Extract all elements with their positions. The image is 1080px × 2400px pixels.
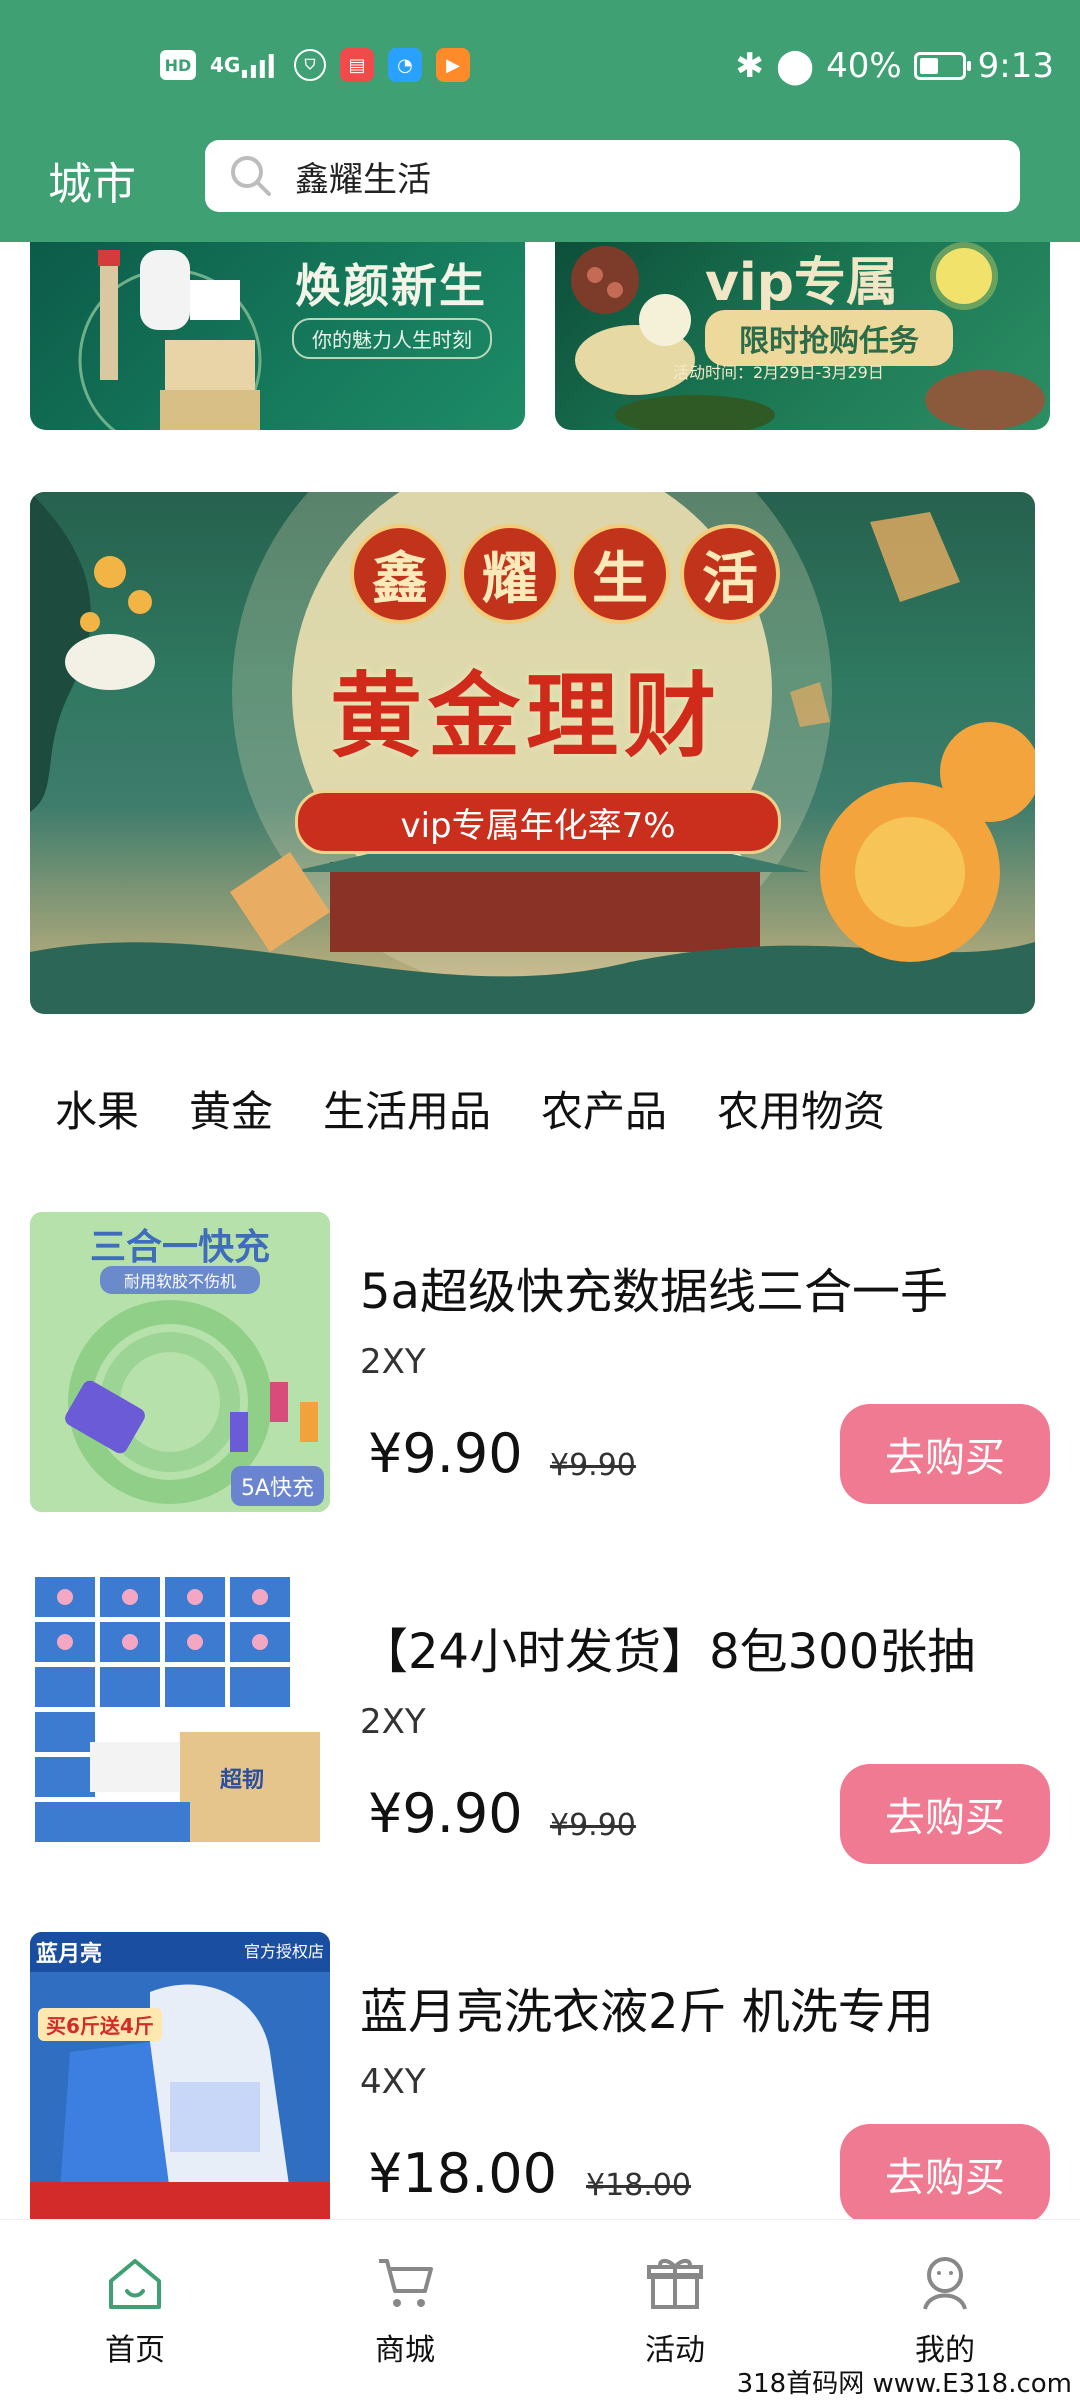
search-input[interactable]: 鑫耀生活 <box>295 152 431 201</box>
battery-icon <box>913 52 971 80</box>
signal-icon: 4G <box>210 48 280 82</box>
category-fruit[interactable]: 水果 <box>55 1078 139 1139</box>
city-selector[interactable]: 城市 <box>48 148 136 212</box>
search-bar[interactable]: 鑫耀生活 <box>205 140 1020 212</box>
battery-percent: 40% <box>826 46 902 86</box>
product-image: 蓝月亮 官方授权店 买6斤送4斤 <box>30 1932 330 2232</box>
chat-app-icon: ◔ <box>388 48 422 82</box>
image-label: 三合一快充 <box>89 1227 270 1268</box>
promo-vip-date: 活动时间：2月29日-3月29日 <box>673 363 884 382</box>
product-original-price: ¥18.00 <box>586 2168 691 2203</box>
bluetooth-icon: ✱ <box>735 46 765 86</box>
product-card[interactable]: 超韧 【24小时发货】8包300张抽 2XY ¥9.90 ¥9.90 去购买 <box>30 1572 1050 1872</box>
status-bar: HD 4G ⛉ ▤ ◔ ▶ ✱ ⬤ 40% 9:13 <box>0 40 1080 100</box>
video-app-icon: ▶ <box>436 48 470 82</box>
hero-char: 活 <box>680 524 780 624</box>
tab-home[interactable]: 首页 <box>35 2251 235 2369</box>
category-farm-products[interactable]: 农产品 <box>541 1078 667 1139</box>
category-tabs: 水果 黄金 生活用品 农产品 农用物资 <box>55 1078 885 1139</box>
clock: 9:13 <box>977 46 1054 86</box>
image-badge: 官方授权店 <box>243 1942 324 1961</box>
status-right: ✱ ⬤ 40% 9:13 <box>736 46 1055 86</box>
hd-icon: HD <box>160 50 196 80</box>
tab-profile[interactable]: 我的 <box>845 2251 1045 2369</box>
product-card[interactable]: 三合一快充 耐用软胶不伤机 5A快充 5a超级快充数据线三合一手 2XY ¥9.… <box>30 1212 1050 1512</box>
home-icon <box>109 2259 161 2309</box>
tab-mall[interactable]: 商城 <box>305 2251 505 2369</box>
tab-label: 商城 <box>375 2333 435 2368</box>
buy-button[interactable]: 去购买 <box>840 1404 1050 1504</box>
product-store: 4XY <box>360 2062 426 2102</box>
hero-banner[interactable]: 鑫 耀 生 活 黄金理财 vip专属年化率7% <box>30 492 1035 1014</box>
profile-app-icon: ⛉ <box>294 49 326 81</box>
product-store: 2XY <box>360 1342 426 1382</box>
hero-char: 鑫 <box>350 524 450 624</box>
cart-icon <box>379 2259 433 2307</box>
image-label: 超韧 <box>220 1768 265 1793</box>
promo-title: 焕颜新生 <box>295 259 487 313</box>
promo-banner-vip[interactable]: vip专属 限时抢购任务 活动时间：2月29日-3月29日 <box>555 240 1050 430</box>
category-farm-supplies[interactable]: 农用物资 <box>717 1078 885 1139</box>
buy-button[interactable]: 去购买 <box>840 1764 1050 1864</box>
image-label: 蓝月亮 <box>36 1942 103 1967</box>
status-left-icons: HD 4G ⛉ ▤ ◔ ▶ <box>160 48 470 82</box>
image-promo: 买6斤送4斤 <box>38 2008 162 2041</box>
hero-headline: 黄金理财 <box>330 663 723 770</box>
cosmetics-image <box>78 250 262 430</box>
network-label: 4G <box>210 53 241 77</box>
header: HD 4G ⛉ ▤ ◔ ▶ ✱ ⬤ 40% 9:13 城市 鑫耀生活 <box>0 0 1080 242</box>
promo-vip-title: vip专属 <box>705 253 898 313</box>
product-name: 5a超级快充数据线三合一手 <box>360 1264 948 1320</box>
product-name: 蓝月亮洗衣液2斤 机洗专用 <box>360 1984 934 2040</box>
smiley-icon <box>936 248 992 304</box>
book-app-icon: ▤ <box>340 48 374 82</box>
tab-label: 首页 <box>105 2333 165 2368</box>
bottom-nav: 首页 商城 活动 我的 318首码网 www.E318.com <box>0 2219 1080 2400</box>
product-original-price: ¥9.90 <box>550 1808 636 1843</box>
category-daily-goods[interactable]: 生活用品 <box>323 1078 491 1139</box>
hero-char: 耀 <box>460 524 560 624</box>
gift-icon <box>647 2259 703 2309</box>
product-price: ¥18.00 <box>368 2142 557 2205</box>
product-name: 【24小时发货】8包300张抽 <box>360 1624 976 1680</box>
hero-brand-chars: 鑫 耀 生 活 <box>350 524 780 624</box>
product-price: ¥9.90 <box>368 1422 523 1485</box>
image-badge: 5A快充 <box>230 1466 324 1506</box>
product-store: 2XY <box>360 1702 426 1742</box>
product-original-price: ¥9.90 <box>550 1448 636 1483</box>
location-icon: ⬤ <box>776 46 815 86</box>
buy-button[interactable]: 去购买 <box>840 2124 1050 2224</box>
hero-char: 生 <box>570 524 670 624</box>
product-card[interactable]: 蓝月亮 官方授权店 买6斤送4斤 蓝月亮洗衣液2斤 机洗专用 4XY ¥18.0… <box>30 1932 1050 2232</box>
search-icon <box>231 156 271 196</box>
promo-banner-beauty[interactable]: 焕颜新生 你的魅力人生时刻 <box>30 240 525 430</box>
product-image: 三合一快充 耐用软胶不伤机 5A快充 <box>30 1212 330 1512</box>
product-price: ¥9.90 <box>368 1782 523 1845</box>
promo-subtitle: 你的魅力人生时刻 <box>292 318 492 359</box>
category-gold[interactable]: 黄金 <box>189 1078 273 1139</box>
hero-pill: vip专属年化率7% <box>295 790 781 854</box>
watermark: 318首码网 www.E318.com <box>736 2369 1072 2399</box>
promo-vip-tag: 限时抢购任务 <box>705 310 953 366</box>
tab-activity[interactable]: 活动 <box>575 2251 775 2369</box>
profile-icon <box>923 2257 967 2310</box>
product-image: 超韧 <box>30 1572 330 1872</box>
image-note: 耐用软胶不伤机 <box>100 1266 260 1294</box>
